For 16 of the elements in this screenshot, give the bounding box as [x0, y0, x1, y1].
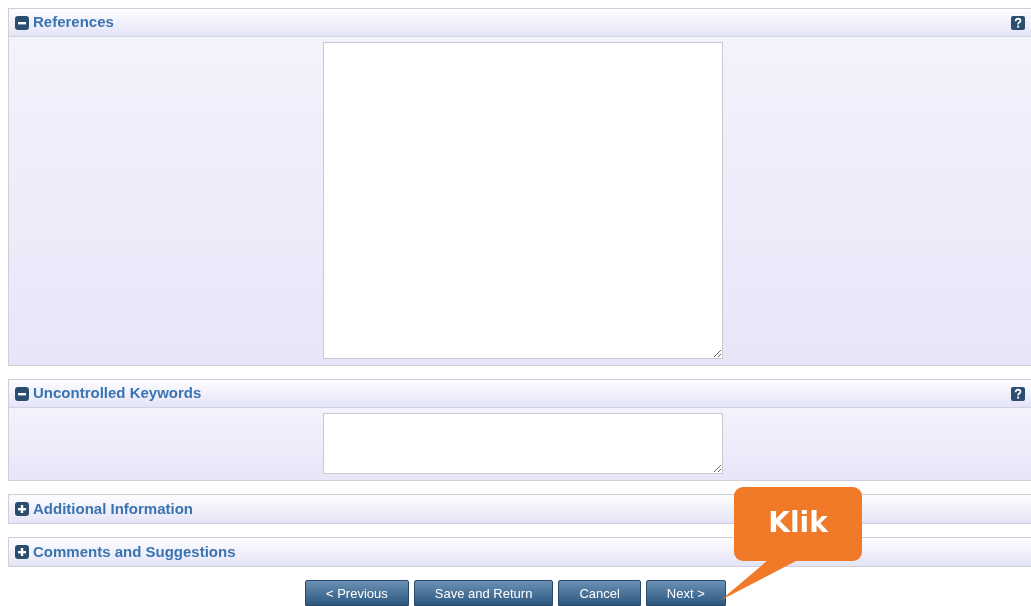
- help-icon[interactable]: [1011, 15, 1025, 30]
- collapse-icon[interactable]: [15, 15, 29, 30]
- nav-button[interactable]: Cancel: [558, 580, 641, 606]
- section-title: References: [33, 12, 114, 33]
- nav-button[interactable]: Save and Return: [413, 580, 554, 606]
- section-header[interactable]: References: [9, 9, 1031, 37]
- collapse-icon[interactable]: [15, 386, 29, 401]
- nav-button[interactable]: Next >: [645, 580, 726, 606]
- section-title: Uncontrolled Keywords: [33, 383, 202, 404]
- expand-icon[interactable]: [15, 502, 29, 516]
- section-title: Additional Information: [33, 498, 193, 519]
- expand-icon[interactable]: [15, 545, 29, 559]
- section-header[interactable]: Uncontrolled Keywords: [9, 380, 1031, 408]
- nav-button[interactable]: < Previous: [305, 580, 409, 606]
- section-title: Comments and Suggestions: [33, 541, 236, 562]
- help-icon[interactable]: [1011, 386, 1025, 401]
